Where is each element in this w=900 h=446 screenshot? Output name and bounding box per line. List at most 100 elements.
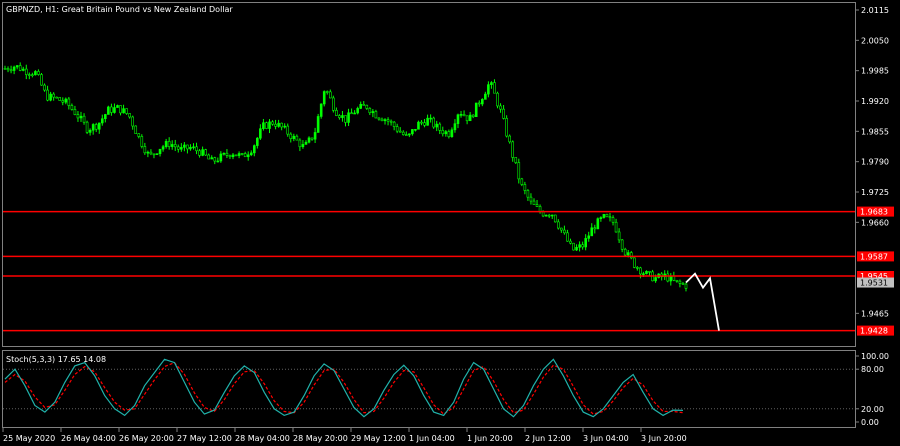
candle-body	[681, 282, 685, 285]
candle-body	[256, 137, 259, 146]
candle-body	[104, 114, 107, 120]
candle-body	[55, 96, 58, 99]
candle-body	[398, 130, 402, 133]
candle-body	[386, 119, 390, 122]
candle-body	[572, 242, 575, 251]
candle-body	[43, 84, 46, 91]
candle-body	[67, 98, 71, 106]
candle-body	[310, 137, 314, 140]
stoch-tick-label: 80.00	[861, 365, 884, 374]
candle-body	[490, 82, 493, 85]
candle-body	[271, 121, 274, 125]
candle-body	[405, 134, 408, 136]
candle-body	[155, 153, 159, 155]
candle-body	[332, 97, 335, 111]
candle-body	[666, 273, 670, 282]
candle-body	[435, 123, 439, 128]
candle-body	[313, 132, 317, 140]
candle-body	[31, 74, 34, 76]
candle-body	[24, 68, 28, 75]
candle-body	[450, 129, 454, 137]
candle-body	[225, 152, 229, 156]
candle-body	[444, 131, 448, 135]
price-tick-label: 1.9465	[861, 309, 889, 318]
candle-body	[201, 149, 204, 156]
stochastic-axis: 100.00 80.00 20.00 0.00	[855, 352, 889, 427]
candle-body	[125, 108, 128, 114]
candle-body	[602, 214, 606, 218]
candle-body	[401, 131, 405, 135]
candle-body	[626, 252, 630, 256]
indicator-panel-frame	[2, 350, 856, 428]
time-tick-label: 28 May 20:00	[293, 434, 348, 443]
candle-body	[684, 283, 688, 289]
candle-body	[322, 91, 326, 105]
candle-body	[3, 68, 7, 70]
candle-body	[6, 68, 10, 71]
candle-body	[462, 114, 466, 117]
candle-body	[76, 114, 80, 119]
time-tick-label: 26 May 04:00	[61, 434, 116, 443]
candle-body	[581, 244, 584, 248]
stoch-tick-label: 20.00	[861, 405, 884, 414]
candle-body	[328, 91, 332, 99]
candle-body	[12, 66, 16, 71]
candle-body	[553, 214, 557, 223]
candle-body	[249, 152, 253, 156]
candle-body	[411, 129, 414, 135]
candle-body	[353, 112, 356, 115]
candle-body	[645, 271, 648, 275]
candle-body	[642, 273, 645, 276]
candle-body	[176, 146, 180, 150]
candle-body	[474, 102, 478, 118]
candle-body	[173, 144, 177, 148]
time-tick-label: 3 Jun 04:00	[583, 434, 629, 443]
candle-body	[535, 204, 539, 207]
candle-body	[596, 218, 600, 230]
candle-body	[350, 112, 353, 115]
candle-body	[94, 124, 98, 130]
candle-body	[532, 200, 536, 205]
candle-body	[505, 118, 508, 137]
candle-body	[73, 109, 77, 115]
candle-body	[40, 74, 43, 86]
price-tick-label: 2.0050	[861, 36, 889, 45]
time-tick-label: 3 Jun 20:00	[641, 434, 687, 443]
candle-body	[82, 115, 86, 123]
candle-body	[207, 154, 210, 160]
candle-body	[617, 231, 621, 241]
candle-body	[499, 105, 502, 110]
candle-body	[611, 217, 615, 223]
candle-body	[34, 71, 37, 76]
candle-body	[64, 98, 68, 103]
candle-body	[219, 153, 223, 162]
candle-body	[183, 144, 186, 148]
candle-body	[234, 154, 238, 157]
candle-body	[566, 232, 569, 242]
price-tick-label: 1.9790	[861, 158, 889, 167]
stoch-tick-label: 100.00	[861, 352, 889, 361]
candle-body	[161, 146, 165, 150]
candle-body	[511, 141, 515, 158]
candle-body	[487, 84, 490, 95]
candle-body	[304, 141, 308, 145]
price-tick-label: 1.9855	[861, 127, 889, 136]
candle-body	[325, 91, 329, 93]
candle-body	[356, 108, 359, 114]
candle-body	[152, 153, 156, 156]
candle-body	[186, 144, 189, 150]
candle-body	[192, 146, 195, 149]
candle-body	[438, 123, 442, 131]
candle-body	[547, 214, 551, 217]
candle-body	[584, 238, 587, 248]
stoch-tick-label: 0.00	[861, 418, 879, 427]
candle-body	[392, 121, 396, 127]
candle-body	[210, 157, 214, 160]
candle-body	[359, 104, 363, 109]
candle-body	[307, 137, 311, 143]
main-panel-frame	[2, 2, 856, 347]
candle-body	[508, 135, 511, 143]
candle-body	[639, 267, 642, 275]
candle-body	[374, 111, 378, 119]
candle-body	[560, 227, 563, 231]
